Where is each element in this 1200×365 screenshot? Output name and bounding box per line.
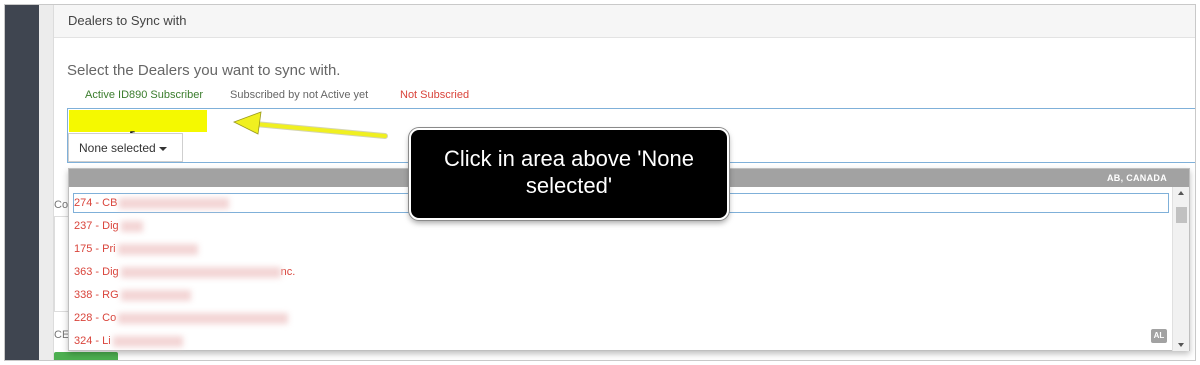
side-field-label: Co [54,199,69,211]
dealer-option[interactable]: 175 - Pri [74,240,1164,263]
dealer-option[interactable]: 324 - Li [74,332,1164,355]
dealer-option-label: 274 - CB [74,197,118,209]
redacted-text [119,197,230,209]
none-selected-label: None selected [79,141,156,155]
dealer-option-label: 363 - Dig [74,266,119,278]
redacted-text [120,266,281,278]
legend-inactive: Subscribed by not Active yet [230,89,369,101]
group-badge: AL [1151,329,1167,343]
instruction-callout: Click in area above 'None selected' [409,128,729,220]
left-sidebar [5,5,39,360]
scroll-thumb[interactable] [1176,207,1187,223]
panel-title: Dealers to Sync with [68,13,187,28]
sidebar-gutter [39,5,53,360]
legend-not-subscribed: Not Subscried [400,89,470,101]
dealer-option[interactable]: 363 - Dig nc. [74,263,1164,286]
instruction-text: Select the Dealers you want to sync with… [67,62,341,79]
dealer-option[interactable]: 228 - Co [74,309,1164,332]
redacted-text [120,220,143,232]
caret-down-icon [158,146,167,151]
callout-text: Click in area above 'None selected' [443,146,694,198]
scroll-up-icon[interactable] [1178,191,1184,195]
dealer-option[interactable]: 237 - Dig [74,217,1164,240]
legend-active: Active ID890 Subscriber [85,89,203,101]
dealer-option-suffix: nc. [280,266,296,278]
redacted-text [112,335,183,347]
none-selected-dropdown-button[interactable]: None selected [68,133,183,162]
app-frame: Dealers to Sync with Select the Dealers … [4,4,1196,361]
dealer-option-label: 324 - Li [74,335,111,347]
group-header-label: AB, CANADA [1107,173,1167,183]
redacted-text [118,312,289,324]
scroll-down-icon[interactable] [1178,343,1184,347]
dealer-option-label: 228 - Co [74,312,117,324]
dealer-option[interactable]: 338 - RG [74,286,1164,309]
dropdown-scrollbar[interactable] [1172,187,1189,351]
dealer-option-label: 237 - Dig [74,220,119,232]
dealer-option-label: 338 - RG [74,289,119,301]
panel-heading: Dealers to Sync with [54,5,1195,38]
redacted-text [120,289,191,301]
dealer-option-label: 175 - Pri [74,243,116,255]
side-field-label-ce: CE [54,329,70,341]
redacted-text [117,243,198,255]
